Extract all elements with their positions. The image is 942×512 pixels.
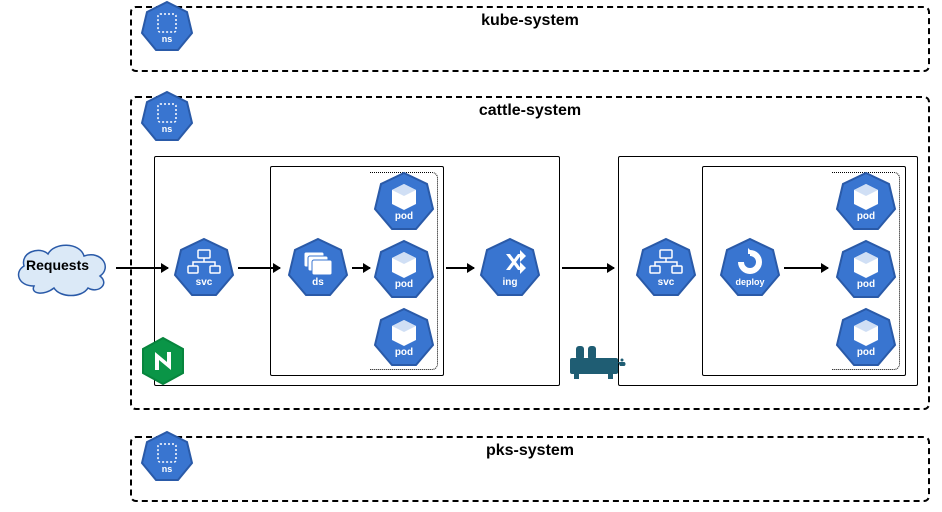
deploy-node: deploy xyxy=(718,236,782,300)
ing-node: ing xyxy=(478,236,542,300)
ns-badge-label: ns xyxy=(162,124,173,134)
svg-text:pod: pod xyxy=(857,211,875,222)
pod-node: pod xyxy=(834,170,898,234)
ns-icon: ns xyxy=(140,90,194,144)
namespace-title: pks-system xyxy=(486,442,574,460)
namespace-kube-system: kube-system xyxy=(130,6,930,72)
nginx-logo-icon xyxy=(141,336,185,386)
namespace-title: kube-system xyxy=(481,12,579,30)
pod-node: pod xyxy=(834,238,898,302)
arrow xyxy=(116,267,168,269)
svg-text:pod: pod xyxy=(857,347,875,358)
requests-label: Requests xyxy=(26,257,89,273)
svg-text:svc: svc xyxy=(658,277,675,288)
arrow xyxy=(238,267,280,269)
svc-node: svc xyxy=(634,236,698,300)
ns-icon: ns xyxy=(140,0,194,54)
svc-node: svc xyxy=(172,236,236,300)
svg-text:pod: pod xyxy=(857,279,875,290)
svg-text:ds: ds xyxy=(312,277,324,288)
arrow xyxy=(784,267,828,269)
arrow xyxy=(562,267,614,269)
pod-node: pod xyxy=(372,306,436,370)
ns-badge-label: ns xyxy=(162,464,173,474)
svg-text:pod: pod xyxy=(395,211,413,222)
pod-node: pod xyxy=(372,170,436,234)
ds-node: ds xyxy=(286,236,350,300)
svg-text:ing: ing xyxy=(503,277,518,288)
rancher-logo-icon xyxy=(566,340,628,380)
svg-text:pod: pod xyxy=(395,347,413,358)
svg-text:deploy: deploy xyxy=(735,277,764,287)
pod-node: pod xyxy=(834,306,898,370)
ns-icon: ns xyxy=(140,430,194,484)
svg-text:pod: pod xyxy=(395,279,413,290)
svg-text:svc: svc xyxy=(196,277,213,288)
pod-node: pod xyxy=(372,238,436,302)
ns-badge-label: ns xyxy=(162,34,173,44)
namespace-title: cattle-system xyxy=(479,102,581,120)
arrow xyxy=(446,267,474,269)
arrow xyxy=(352,267,370,269)
namespace-pks-system: pks-system xyxy=(130,436,930,502)
